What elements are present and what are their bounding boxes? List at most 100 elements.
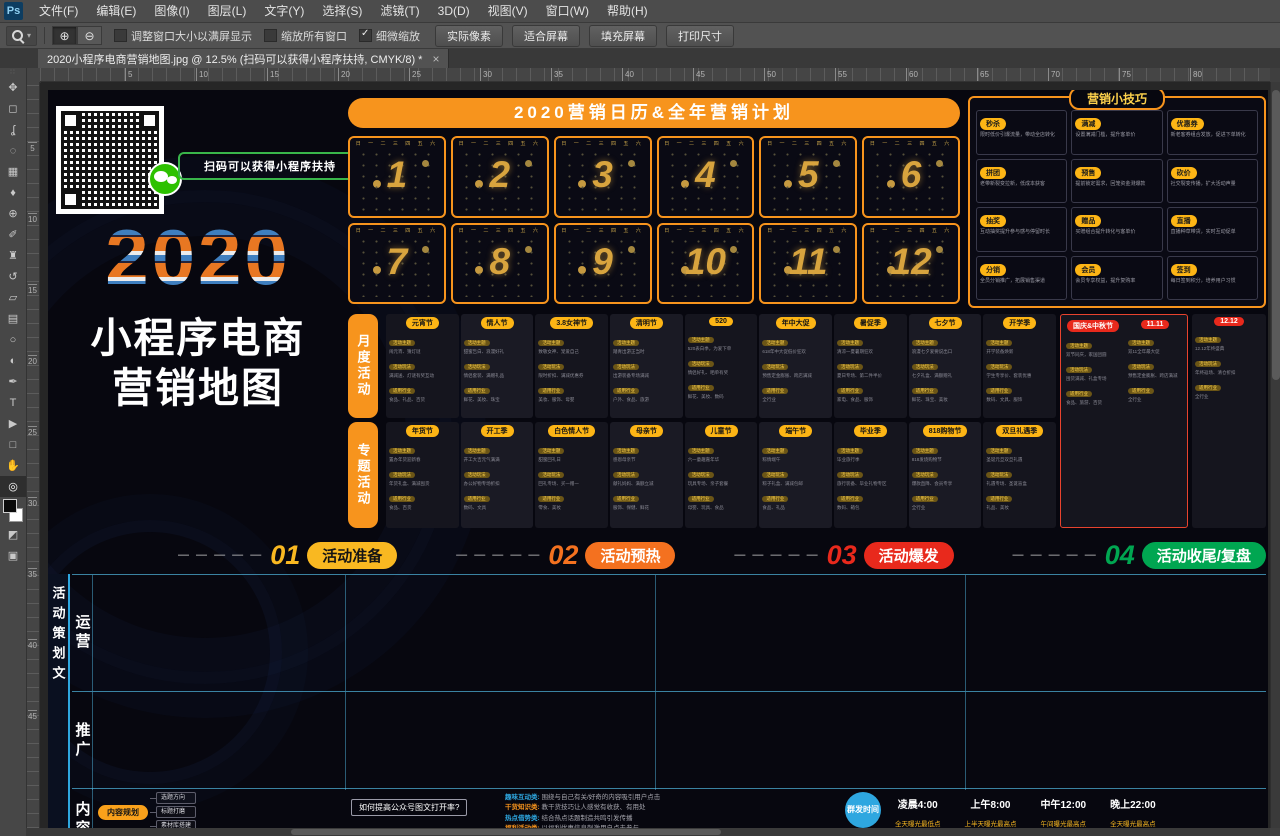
- ruler-mark: 5: [125, 68, 196, 81]
- poster-title-line2: 营销地图: [48, 354, 348, 414]
- menu-type[interactable]: 文字(Y): [255, 0, 313, 22]
- calendar-month-card: 日 一 二 三 四 五 六 7: [348, 223, 446, 305]
- quick-mask-button[interactable]: ◩: [0, 524, 26, 545]
- weekday-row: 日 一 二 三 四 五 六: [864, 140, 958, 147]
- tip-label: 分销: [980, 264, 1006, 276]
- send-time-label: 群发时间: [845, 792, 881, 828]
- zoom-tool[interactable]: ◎: [0, 476, 26, 497]
- menu-filter[interactable]: 滤镜(T): [371, 0, 428, 22]
- brush-tool[interactable]: ✐: [0, 224, 26, 245]
- calendar-month-number: 3: [556, 154, 650, 196]
- activity-header: 年货节: [406, 425, 439, 437]
- zoom-option-checkbox[interactable]: 缩放所有窗口: [264, 28, 347, 44]
- weekday-row: 日 一 二 三 四 五 六: [350, 227, 444, 234]
- move-tool[interactable]: ✥: [0, 77, 26, 98]
- scrollbar-thumb[interactable]: [1272, 90, 1280, 380]
- gradient-tool[interactable]: ▤: [0, 308, 26, 329]
- fit-screen-button[interactable]: 适合屏幕: [512, 25, 580, 47]
- eraser-tool[interactable]: ▱: [0, 287, 26, 308]
- quick-selection-tool[interactable]: ◌: [0, 140, 26, 161]
- activity-header: 11.11: [1141, 320, 1170, 329]
- panel-grip[interactable]: ∷: [0, 68, 26, 77]
- clone-stamp-tool[interactable]: ♜: [0, 245, 26, 266]
- menu-layer[interactable]: 图层(L): [199, 0, 256, 22]
- activity-header: 儿童节: [705, 425, 738, 437]
- lane-cell: [965, 575, 1266, 691]
- calendar-month-card: 日 一 二 三 四 五 六 10: [657, 223, 755, 305]
- crop-tool[interactable]: ▦: [0, 161, 26, 182]
- pen-tool[interactable]: ✒: [0, 371, 26, 392]
- magnifier-icon: [12, 30, 24, 42]
- calendar-month-number: 11: [761, 241, 855, 283]
- marquee-tool[interactable]: ◻: [0, 98, 26, 119]
- history-brush-tool[interactable]: ↺: [0, 266, 26, 287]
- eyedropper-tool[interactable]: ♦: [0, 182, 26, 203]
- special-activities-row: 年货节 活动主题置办年货迎新春 活动玩法年货礼盒、满减囤货 适用行业食品、百货 …: [386, 422, 1056, 528]
- lane-cell: [345, 575, 655, 691]
- print-size-button[interactable]: 打印尺寸: [666, 25, 734, 47]
- screen-mode-button[interactable]: ▣: [0, 545, 26, 566]
- blur-tool[interactable]: ○: [0, 329, 26, 350]
- tool-icon: ▤: [8, 312, 18, 325]
- type-tool[interactable]: T: [0, 392, 26, 413]
- calendar-month-number: 10: [659, 241, 753, 283]
- activity-column: 情人节 活动主题甜蜜告白、浪漫好礼 活动玩法情侣套装、满赠礼品 适用行业鲜花、美…: [461, 314, 534, 418]
- activity-column: 年中大促 活动主题618年中大促低价狂欢 活动玩法预售定金膨胀、跨店满减 适用行…: [759, 314, 832, 418]
- lasso-tool[interactable]: ʆ: [0, 119, 26, 140]
- zoom-option-checkbox[interactable]: 调整窗口大小以满屏显示: [114, 28, 252, 44]
- phase-number: 01: [270, 540, 300, 571]
- calendar-month-card: 日 一 二 三 四 五 六 4: [657, 136, 755, 218]
- horizontal-scrollbar[interactable]: [26, 828, 1270, 836]
- vertical-scrollbar[interactable]: [1270, 82, 1280, 828]
- calendar-month-card: 日 一 二 三 四 五 六 3: [554, 136, 652, 218]
- menu-edit[interactable]: 编辑(E): [87, 0, 145, 22]
- menu-3d[interactable]: 3D(D): [429, 0, 479, 22]
- path-selection-tool[interactable]: ▶: [0, 413, 26, 434]
- tool-icon: ◩: [8, 528, 18, 541]
- foreground-color-swatch[interactable]: [3, 499, 17, 513]
- zoom-out-button[interactable]: ⊖: [77, 26, 102, 45]
- color-swatches[interactable]: [0, 497, 26, 524]
- healing-brush-tool[interactable]: ⊕: [0, 203, 26, 224]
- menu-window[interactable]: 窗口(W): [537, 0, 598, 22]
- actual-pixels-button[interactable]: 实际像素: [435, 25, 503, 47]
- tool-icon: ▱: [9, 291, 17, 304]
- scrollbar-thumb[interactable]: [291, 829, 721, 835]
- tool-icon: ʆ: [11, 124, 15, 136]
- hand-tool[interactable]: ✋: [0, 455, 26, 476]
- tool-icon: ♜: [8, 249, 18, 262]
- tool-icon: ▣: [8, 549, 18, 562]
- document-tab[interactable]: 2020小程序电商营销地图.jpg @ 12.5% (扫码可以获得小程序扶持, …: [38, 49, 449, 68]
- zoom-option-checkbox[interactable]: 细微缩放: [359, 28, 420, 44]
- menu-file[interactable]: 文件(F): [30, 0, 87, 22]
- calendar-month-number: 9: [556, 241, 650, 283]
- menu-select[interactable]: 选择(S): [313, 0, 371, 22]
- fill-screen-button[interactable]: 填充屏幕: [589, 25, 657, 47]
- zoom-in-button[interactable]: ⊕: [52, 26, 77, 45]
- menu-view[interactable]: 视图(V): [479, 0, 537, 22]
- document-canvas[interactable]: 扫码可以获得小程序扶持 2020 小程序电商 营销地图 2020营销日历&全年营…: [40, 82, 1270, 828]
- dodge-tool[interactable]: ◐: [0, 350, 26, 371]
- menu-image[interactable]: 图像(I): [145, 0, 198, 22]
- ruler-mark: 50: [764, 68, 835, 81]
- tool-icon: ▶: [9, 417, 17, 430]
- zoom-tool-preset[interactable]: ▾: [6, 26, 37, 46]
- phase-number: 03: [827, 540, 857, 571]
- activity-header: 毕业季: [854, 425, 887, 437]
- tip-card: 预售 提前锁定需求，回笼资金测爆款: [1071, 159, 1162, 204]
- shape-tool[interactable]: □: [0, 434, 26, 455]
- tip-card: 抽奖 互动抽奖提升参与感与停留时长: [976, 207, 1067, 252]
- weekday-row: 日 一 二 三 四 五 六: [761, 227, 855, 234]
- send-time-slot: 凌晨4:00 全天曝光最低点: [895, 796, 941, 828]
- calendar-month-card: 日 一 二 三 四 五 六 1: [348, 136, 446, 218]
- option-button-list: 实际像素 适合屏幕 填充屏幕 打印尺寸: [426, 25, 734, 47]
- lane-label: 内容: [72, 789, 92, 828]
- lane-cell: [655, 575, 965, 691]
- content-tips-lines: 趣味互动类: 围绕与自己有关/好奇的内容吸引用户点击 干货知识类: 教干货技巧让…: [505, 794, 835, 828]
- lane-cell: [92, 575, 345, 691]
- phase-label: 活动收尾/复盘: [1142, 542, 1266, 569]
- menu-help[interactable]: 帮助(H): [598, 0, 657, 22]
- close-icon[interactable]: ×: [432, 52, 439, 66]
- tip-text: 新老客券组合发放，促进下单转化: [1171, 132, 1254, 139]
- monthly-activities-row: 元宵节 活动主题闹元宵、猜灯谜 活动玩法满减送、灯谜有奖互动 适用行业食品、礼品…: [386, 314, 1056, 418]
